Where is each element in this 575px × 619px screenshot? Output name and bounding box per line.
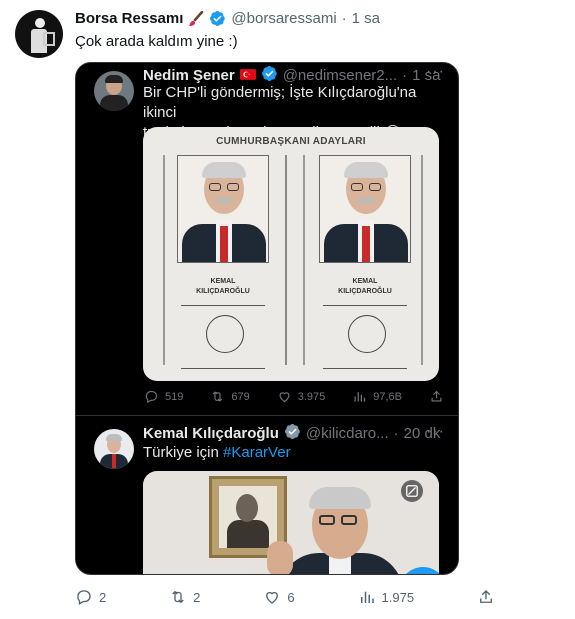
views-icon	[360, 591, 374, 603]
retweet-button[interactable]: 2	[169, 588, 200, 606]
reply-button[interactable]: 2	[75, 588, 106, 606]
candidate-name: KEMAL KILIÇDAROĞLU	[196, 278, 250, 295]
display-name[interactable]: Kemal Kılıçdaroğlu	[143, 425, 279, 442]
avatar-kemal-kilicdaroglu[interactable]	[94, 429, 134, 469]
handle[interactable]: @nedimsener2...	[283, 67, 397, 84]
retweet-count: 679	[231, 390, 250, 403]
retweet-count: 2	[193, 589, 201, 605]
share-button[interactable]	[477, 588, 495, 606]
display-name[interactable]: Borsa Ressamı	[75, 10, 183, 27]
reply-button[interactable]: 519	[144, 389, 183, 404]
handle[interactable]: @borsaressami	[231, 10, 336, 27]
reply-icon	[145, 390, 158, 404]
nested-tweet-text: Türkiye için #KararVer	[143, 444, 291, 461]
verified-badge-icon	[209, 10, 226, 27]
candidate-photo	[319, 155, 411, 263]
share-icon	[480, 590, 492, 603]
avatar-nedim-sener[interactable]	[94, 71, 134, 111]
like-button[interactable]: 3.975	[277, 389, 326, 404]
like-count: 6	[287, 589, 295, 605]
views-icon	[354, 392, 366, 402]
avatar-borsa-ressami[interactable]	[15, 10, 63, 58]
reply-count: 519	[165, 390, 184, 403]
ballot-title: CUMHURBAŞKANI ADAYLARI	[216, 136, 366, 147]
ballot-candidate: KEMAL KILIÇDAROĞLU	[315, 155, 427, 369]
vote-circle	[206, 315, 244, 353]
paintbrush-icon	[188, 10, 204, 27]
turkish-flag-icon	[239, 67, 256, 84]
retweet-button[interactable]: 679	[210, 389, 250, 404]
separator-dot: ·	[341, 10, 347, 27]
like-icon	[279, 392, 290, 403]
divider	[76, 415, 458, 416]
outer-tweet-text: Çok arada kaldım yine :)	[75, 33, 238, 50]
play-button[interactable]	[399, 567, 439, 574]
nested-text-prefix: Türkiye için	[143, 444, 224, 461]
separator-dot: ·	[393, 425, 399, 442]
nested-tweet-header: Kemal Kılıçdaroğlu @kilicdaro... · 20 dk	[143, 423, 440, 444]
ballot-image[interactable]: CUMHURBAŞKANI ADAYLARI KEMAL KILIÇDAROĞL…	[143, 127, 439, 381]
views-button[interactable]: 97,6B	[352, 389, 402, 404]
like-count: 3.975	[297, 390, 326, 403]
timestamp[interactable]: 1 sa	[352, 10, 380, 27]
views-count: 97,6B	[373, 390, 402, 403]
like-icon	[266, 591, 279, 604]
handle[interactable]: @kilicdaro...	[306, 425, 389, 442]
more-dots-icon[interactable]: ···	[426, 63, 445, 81]
views-count: 1.975	[381, 589, 415, 605]
like-button[interactable]: 6	[263, 588, 295, 606]
retweet-icon	[213, 391, 223, 402]
views-button[interactable]: 1.975	[358, 588, 415, 606]
outer-tweet-header: Borsa Ressamı @borsaressami · 1 sa	[75, 10, 380, 27]
separator-dot: ·	[402, 67, 408, 84]
ballot-candidate: KEMAL KILIÇDAROĞLU	[173, 155, 285, 369]
quoted-text-line: Bir CHP'li göndermiş; İşte Kılıçdaroğlu'…	[143, 84, 417, 121]
gif-icon[interactable]	[401, 480, 423, 502]
reply-count: 2	[99, 589, 107, 605]
reply-icon	[77, 590, 91, 605]
more-dots-icon[interactable]: ···	[426, 423, 445, 441]
vote-circle	[348, 315, 386, 353]
display-name[interactable]: Nedim Şener	[143, 67, 235, 84]
video-thumbnail[interactable]	[143, 471, 439, 574]
verified-badge-icon	[284, 423, 301, 444]
quoted-tweet-actions: 519 679 3.975 97,6B	[144, 389, 444, 404]
hashtag-link[interactable]: #KararVer	[223, 444, 291, 461]
candidate-name: KEMAL KILIÇDAROĞLU	[338, 278, 392, 295]
retweet-icon	[172, 590, 184, 604]
share-button[interactable]	[429, 389, 444, 404]
outer-tweet-actions: 2 2 6 1.975	[75, 588, 495, 606]
candidate-photo	[177, 155, 269, 263]
share-icon	[431, 390, 442, 402]
quoted-tweet-card[interactable]: Nedim Şener @nedimsener2... · 1 sa ··· B…	[75, 62, 459, 575]
